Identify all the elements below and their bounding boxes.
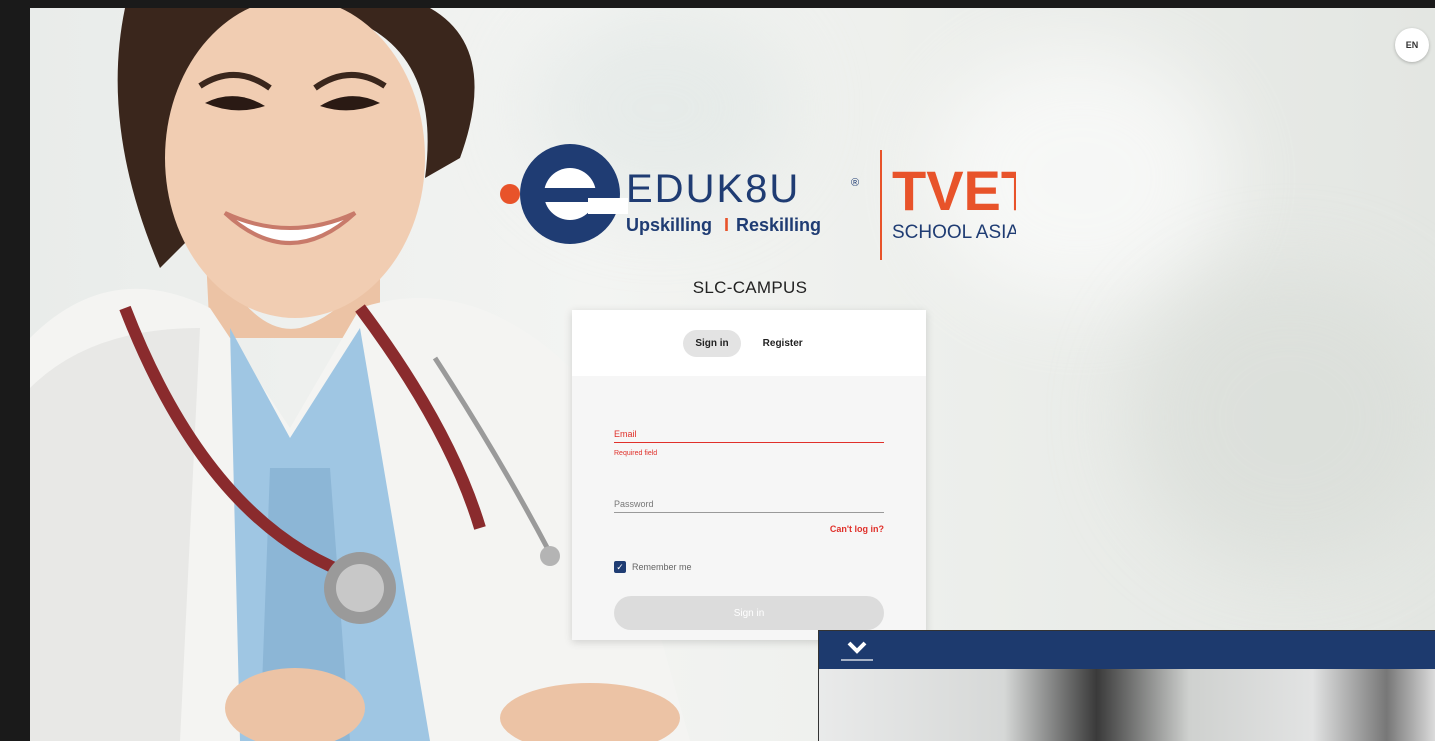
overlay-screenshot — [818, 630, 1435, 741]
password-field[interactable] — [614, 512, 884, 513]
check-icon[interactable]: ✓ — [614, 561, 626, 573]
remember-me[interactable]: ✓ Remember me — [614, 561, 692, 573]
background-blur — [1130, 268, 1435, 568]
email-label: Email — [614, 429, 637, 439]
svg-text:®: ® — [851, 177, 859, 189]
cant-log-in-link[interactable]: Can't log in? — [830, 524, 884, 534]
brand-name: EDUK8U — [626, 167, 800, 211]
eduk8u-e-logo-icon — [500, 144, 628, 244]
tab-sign-in[interactable]: Sign in — [683, 329, 741, 357]
language-switcher[interactable]: EN — [1395, 28, 1429, 62]
overlay-header — [819, 631, 1435, 669]
overlay-logo-text — [841, 659, 873, 661]
partner-subtitle: SCHOOL ASIA — [892, 222, 1016, 243]
password-label: Password — [614, 499, 654, 509]
overlay-photo — [819, 669, 1435, 741]
brand-logo: EDUK8U ® Upskilling I Reskilling TVET SC… — [500, 144, 1016, 260]
campus-title: SLC-CAMPUS — [692, 278, 808, 297]
sign-in-button[interactable]: Sign in — [614, 596, 884, 630]
logo-divider — [880, 150, 882, 260]
login-page: EDUK8U ® Upskilling I Reskilling TVET SC… — [30, 8, 1435, 741]
brand-tagline-right: Reskilling — [736, 215, 821, 235]
email-field[interactable] — [614, 442, 884, 443]
login-form: Email Required field Password Can't log … — [572, 376, 926, 640]
partner-title: TVET — [892, 159, 1016, 222]
brand-tagline-sep: I — [724, 215, 729, 235]
email-error: Required field — [614, 450, 658, 457]
login-card: Sign in Register Email Required field Pa… — [572, 310, 926, 640]
auth-tabs: Sign in Register — [572, 310, 926, 376]
chevron-down-icon — [847, 641, 867, 654]
brand-tagline-left: Upskilling — [626, 215, 712, 235]
tab-register[interactable]: Register — [751, 330, 815, 357]
remember-me-label: Remember me — [632, 562, 692, 572]
